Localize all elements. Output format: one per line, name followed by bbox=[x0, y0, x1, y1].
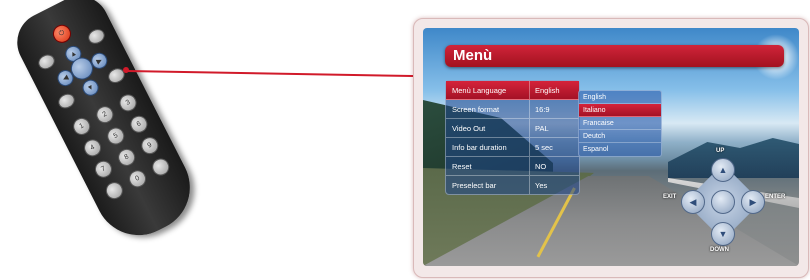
remote-key-top-right bbox=[85, 26, 108, 47]
menu-title: Menù bbox=[453, 47, 493, 64]
remote-key-1: 1 bbox=[70, 115, 94, 138]
remote-control-illustration: ⏻ ▲ ◀ ▶ ▼ 1 2 3 4 5 6 7 8 9 0 bbox=[0, 0, 230, 260]
language-option-english[interactable]: English bbox=[579, 91, 661, 104]
remote-key-top-left bbox=[35, 51, 58, 72]
menu-row-video-out[interactable]: Video Out PAL bbox=[446, 119, 579, 138]
remote-control: ⏻ ▲ ◀ ▶ ▼ 1 2 3 4 5 6 7 8 9 0 bbox=[6, 0, 206, 251]
navigation-pad: UP ▲ ◀ ▶ ▼ EXIT ENTER DOWN bbox=[663, 148, 785, 253]
menu-row-screen-format[interactable]: Screen format 16:9 bbox=[446, 100, 579, 119]
nav-ok-button[interactable] bbox=[711, 190, 735, 214]
remote-key-5: 5 bbox=[104, 124, 128, 148]
menu-title-bar: Menù bbox=[445, 45, 784, 67]
remote-key-4: 4 bbox=[81, 136, 105, 160]
language-option-espanol[interactable]: Espanol bbox=[579, 143, 661, 156]
nav-left-button[interactable]: ◀ bbox=[681, 190, 705, 214]
language-option-italiano[interactable]: Italiano bbox=[579, 104, 661, 117]
menu-row-value: English bbox=[535, 86, 560, 95]
remote-key-3: 3 bbox=[116, 91, 140, 115]
menu-row-value: Yes bbox=[535, 181, 548, 190]
nav-down-label: DOWN bbox=[710, 247, 729, 253]
remote-key-mid-left bbox=[55, 90, 78, 112]
remote-key-7: 7 bbox=[92, 157, 115, 181]
menu-row-value: 16:9 bbox=[535, 105, 550, 114]
menu-row-language[interactable]: Menù Language English bbox=[446, 81, 579, 100]
remote-key-0: 0 bbox=[126, 167, 149, 191]
remote-key-6: 6 bbox=[127, 112, 151, 136]
nav-enter-label: ENTER bbox=[765, 194, 786, 200]
remote-key-2: 2 bbox=[93, 103, 117, 127]
menu-row-preselect-bar[interactable]: Preselect bar Yes bbox=[446, 176, 579, 194]
menu-row-label: Preselect bar bbox=[446, 176, 530, 194]
remote-dpad-down: ▼ bbox=[79, 76, 102, 99]
remote-key-extra-right bbox=[149, 155, 173, 179]
tv-screen: Menù Menù Language English Screen format… bbox=[423, 28, 799, 266]
nav-down-button[interactable]: ▼ bbox=[711, 222, 735, 246]
remote-key-9: 9 bbox=[138, 134, 162, 158]
nav-up-label: UP bbox=[716, 148, 725, 154]
remote-key-8: 8 bbox=[115, 145, 139, 169]
nav-right-button[interactable]: ▶ bbox=[741, 190, 765, 214]
language-dropdown-list: English Italiano Francaise Deutch Espano… bbox=[578, 90, 662, 157]
menu-row-value: NO bbox=[535, 162, 547, 171]
menu-row-label: Reset bbox=[446, 157, 530, 175]
language-option-deutch[interactable]: Deutch bbox=[579, 130, 661, 143]
menu-row-label: Video Out bbox=[446, 119, 530, 137]
settings-menu: Menù Language English Screen format 16:9… bbox=[445, 80, 580, 195]
menu-row-label: Info bar duration bbox=[446, 138, 530, 156]
menu-row-label: Screen format bbox=[446, 100, 530, 118]
remote-power-button: ⏻ bbox=[49, 21, 75, 46]
language-option-francaise[interactable]: Francaise bbox=[579, 117, 661, 130]
nav-exit-label: EXIT bbox=[663, 194, 677, 200]
menu-row-value: 5 sec bbox=[535, 143, 553, 152]
menu-row-label: Menù Language bbox=[446, 81, 530, 99]
nav-up-button[interactable]: ▲ bbox=[711, 158, 735, 182]
menu-row-reset[interactable]: Reset NO bbox=[446, 157, 579, 176]
menu-row-info-bar-duration[interactable]: Info bar duration 5 sec bbox=[446, 138, 579, 157]
remote-key-extra-left bbox=[102, 179, 126, 203]
menu-row-value: PAL bbox=[535, 124, 549, 133]
tv-screen-frame: Menù Menù Language English Screen format… bbox=[413, 18, 809, 278]
